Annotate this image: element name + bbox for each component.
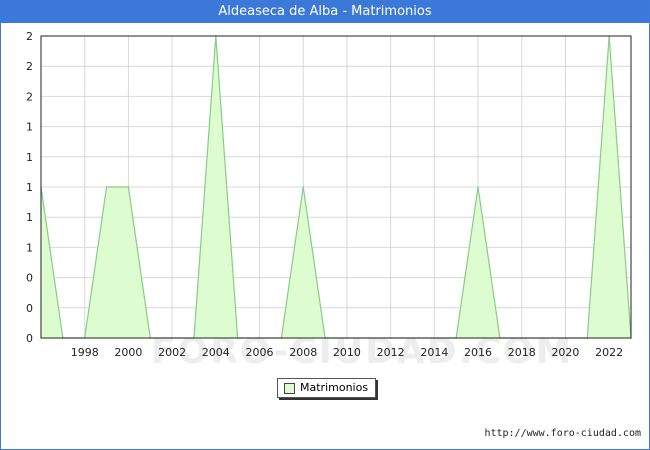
legend-label: Matrimonios <box>300 381 369 394</box>
data-point <box>105 186 108 188</box>
y-tick-label: 1 <box>26 211 33 224</box>
source-credit: http://www.foro-ciudad.com <box>484 428 641 439</box>
y-tick-label: 1 <box>26 151 33 164</box>
y-tick-label: 1 <box>26 181 33 194</box>
x-tick-label: 2004 <box>202 346 230 359</box>
x-tick-label: 2006 <box>246 346 274 359</box>
x-tick-label: 2016 <box>464 346 492 359</box>
y-tick-label: 2 <box>26 90 33 103</box>
legend: Matrimonios <box>277 378 376 398</box>
x-tick-label: 2020 <box>551 346 579 359</box>
y-tick-label: 0 <box>26 332 33 345</box>
y-tick-label: 2 <box>26 60 33 73</box>
x-tick-label: 2014 <box>420 346 448 359</box>
x-tick-label: 2010 <box>333 346 361 359</box>
y-tick-label: 1 <box>26 121 33 134</box>
x-tick-label: 2008 <box>289 346 317 359</box>
y-tick-label: 0 <box>26 272 33 285</box>
x-tick-label: 2002 <box>158 346 186 359</box>
y-tick-label: 2 <box>26 30 33 43</box>
legend-swatch <box>284 383 295 394</box>
x-tick-label: 2000 <box>114 346 142 359</box>
y-tick-label: 0 <box>26 302 33 315</box>
x-tick-label: 2012 <box>377 346 405 359</box>
y-tick-label: 1 <box>26 241 33 254</box>
x-tick-label: 1998 <box>71 346 99 359</box>
data-point <box>127 186 130 188</box>
data-point <box>477 186 479 188</box>
data-point <box>302 186 305 188</box>
chart-frame: Aldeaseca de Alba - Matrimonios FORO-CIU… <box>0 0 650 450</box>
x-tick-label: 2022 <box>595 346 623 359</box>
x-tick-label: 2018 <box>508 346 536 359</box>
